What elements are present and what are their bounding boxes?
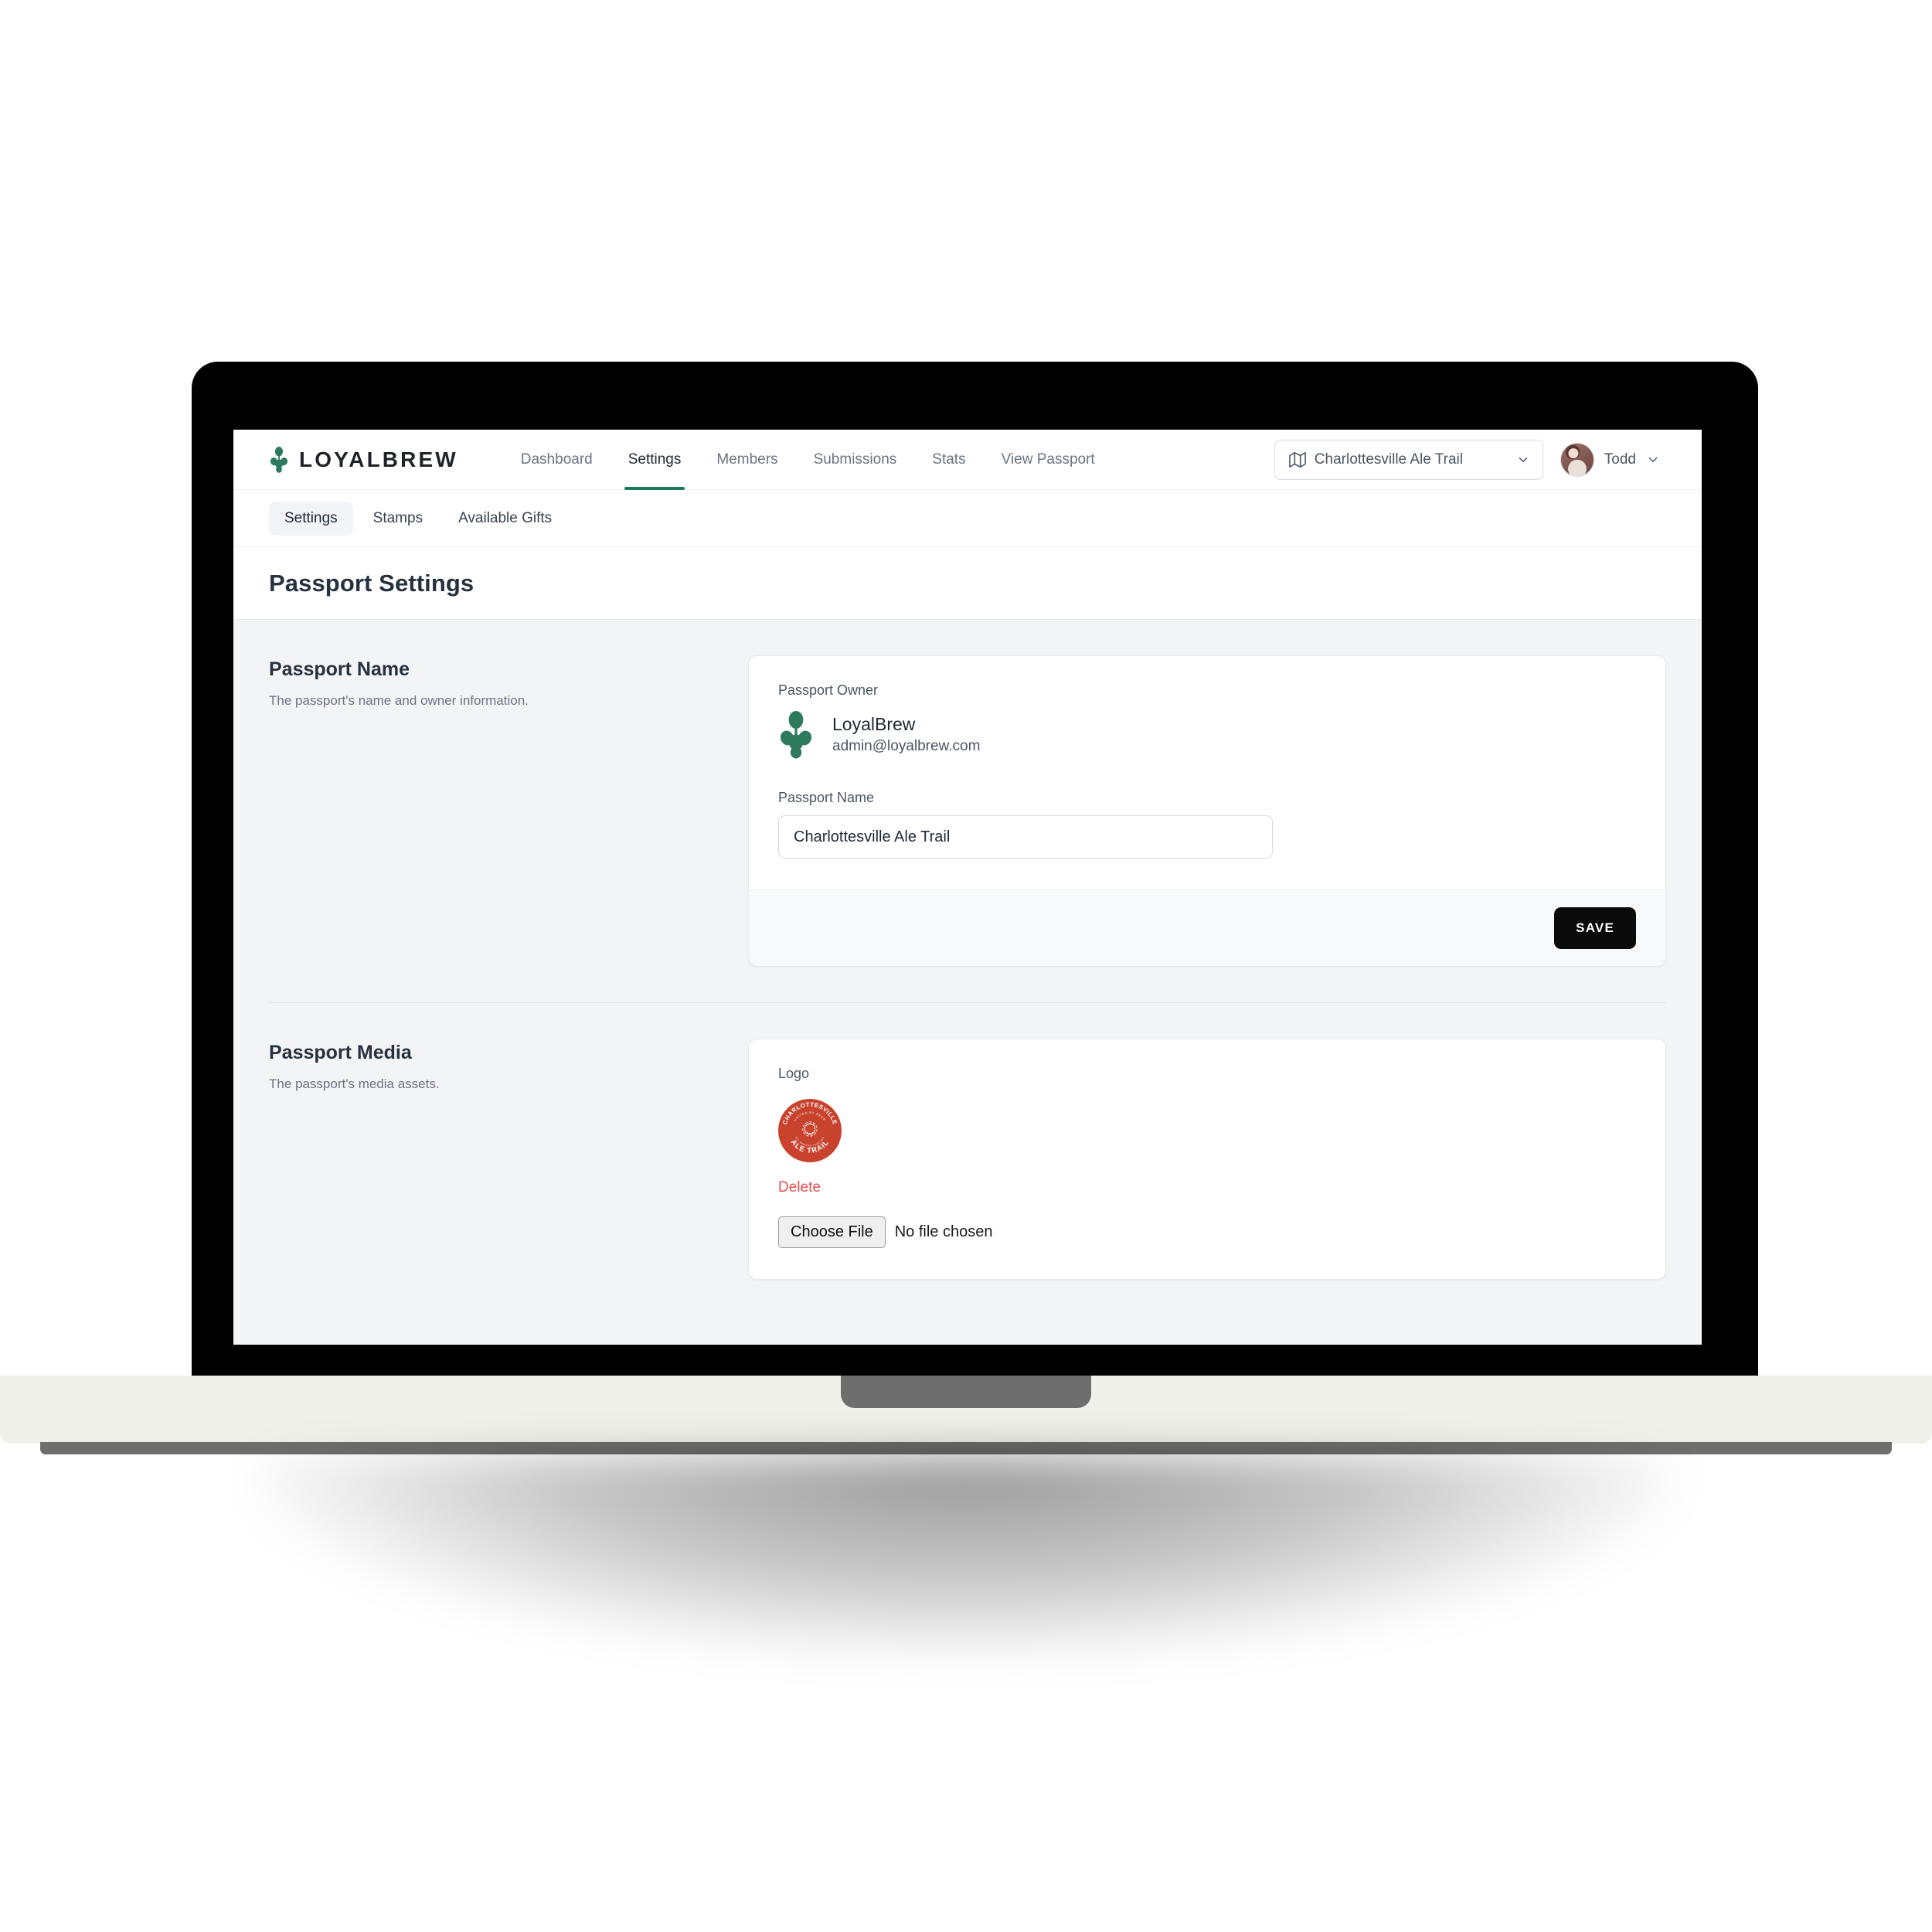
save-button[interactable]: SAVE (1554, 907, 1636, 949)
passport-owner-row: LoyalBrew admin@loyalbrew.com (778, 711, 1636, 759)
section-passport-media-heading: Passport Media (269, 1042, 412, 1063)
nav-item-dashboard[interactable]: Dashboard (503, 430, 611, 490)
chevron-down-icon (1519, 457, 1528, 462)
passport-selector[interactable]: Charlottesville Ale Trail (1274, 439, 1543, 480)
nav-item-submissions[interactable]: Submissions (796, 430, 915, 490)
nav-item-settings[interactable]: Settings (611, 430, 699, 490)
hop-cone-icon (780, 711, 812, 759)
passport-media-card-body: Logo CHARLOTTESVILLE ALE TRAIL UNITED BY… (749, 1039, 1665, 1279)
laptop-hinge-notch (841, 1376, 1091, 1408)
passport-name-card-body: Passport Owner LoyalBrew admin@loyalbrew… (749, 656, 1665, 889)
nav-item-stats[interactable]: Stats (914, 430, 983, 490)
primary-nav: Dashboard Settings Members Submissions S… (503, 430, 1113, 490)
section-divider (269, 1002, 1666, 1003)
section-passport-name-heading: Passport Name (269, 658, 410, 680)
passport-name-input[interactable] (778, 815, 1273, 859)
passport-selector-value: Charlottesville Ale Trail (1314, 451, 1463, 468)
laptop-screen: LOYALBREW Dashboard Settings Members Sub… (233, 430, 1702, 1345)
section-passport-media-description: The passport's media assets. (269, 1077, 440, 1091)
file-status-text: No file chosen (894, 1223, 993, 1240)
tab-stamps[interactable]: Stamps (358, 502, 438, 536)
passport-owner-label: Passport Owner (778, 682, 879, 698)
avatar (1560, 442, 1594, 477)
delete-logo-link[interactable]: Delete (778, 1179, 821, 1196)
section-passport-media-info: Passport Media The passport's media asse… (269, 1039, 748, 1094)
tab-settings[interactable]: Settings (269, 501, 353, 536)
passport-name-input-label: Passport Name (778, 790, 875, 805)
choose-file-button[interactable]: Choose File (778, 1216, 886, 1248)
laptop-base-edge (40, 1442, 1892, 1454)
brand-logo[interactable]: LOYALBREW (269, 446, 458, 473)
section-passport-media: Passport Media The passport's media asse… (269, 1039, 1666, 1280)
map-icon (1288, 451, 1306, 468)
hop-cone-icon (270, 446, 288, 473)
app-window: LOYALBREW Dashboard Settings Members Sub… (233, 430, 1702, 1345)
user-menu[interactable]: Todd (1560, 442, 1660, 477)
topbar-right-group: Charlottesville Ale Trail Todd (1274, 439, 1660, 480)
laptop-mockup: LOYALBREW Dashboard Settings Members Sub… (0, 0, 1932, 1932)
passport-name-card-footer: SAVE (749, 889, 1665, 966)
passport-owner-email: admin@loyalbrew.com (832, 737, 981, 754)
page-title: Passport Settings (269, 569, 474, 597)
brand-wordmark: LOYALBREW (299, 447, 458, 471)
section-passport-name-description: The passport's name and owner informatio… (269, 693, 529, 708)
logo-label: Logo (778, 1066, 810, 1081)
logo-file-input-row: Choose File No file chosen (778, 1216, 1636, 1248)
passport-owner-identity: LoyalBrew admin@loyalbrew.com (832, 713, 980, 757)
top-navigation-bar: LOYALBREW Dashboard Settings Members Sub… (233, 430, 1702, 490)
page-header: Passport Settings (233, 547, 1702, 620)
section-passport-name: Passport Name The passport's name and ow… (269, 655, 1666, 967)
section-passport-name-info: Passport Name The passport's name and ow… (269, 655, 748, 711)
passport-owner-name: LoyalBrew (832, 714, 916, 735)
nav-item-members[interactable]: Members (699, 430, 795, 490)
laptop-shadow (255, 1456, 1677, 1657)
settings-subnav: Settings Stamps Available Gifts (233, 490, 1702, 547)
nav-item-view-passport[interactable]: View Passport (984, 430, 1113, 490)
tab-available-gifts[interactable]: Available Gifts (443, 502, 567, 536)
chevron-down-icon (1648, 457, 1658, 462)
passport-media-card: Logo CHARLOTTESVILLE ALE TRAIL UNITED BY… (748, 1039, 1666, 1280)
ale-trail-badge: CHARLOTTESVILLE ALE TRAIL UNITED BY BEER… (778, 1099, 842, 1162)
settings-content: Passport Name The passport's name and ow… (233, 620, 1702, 1345)
user-menu-name: Todd (1604, 451, 1636, 468)
passport-name-card: Passport Owner LoyalBrew admin@loyalbrew… (748, 655, 1666, 967)
